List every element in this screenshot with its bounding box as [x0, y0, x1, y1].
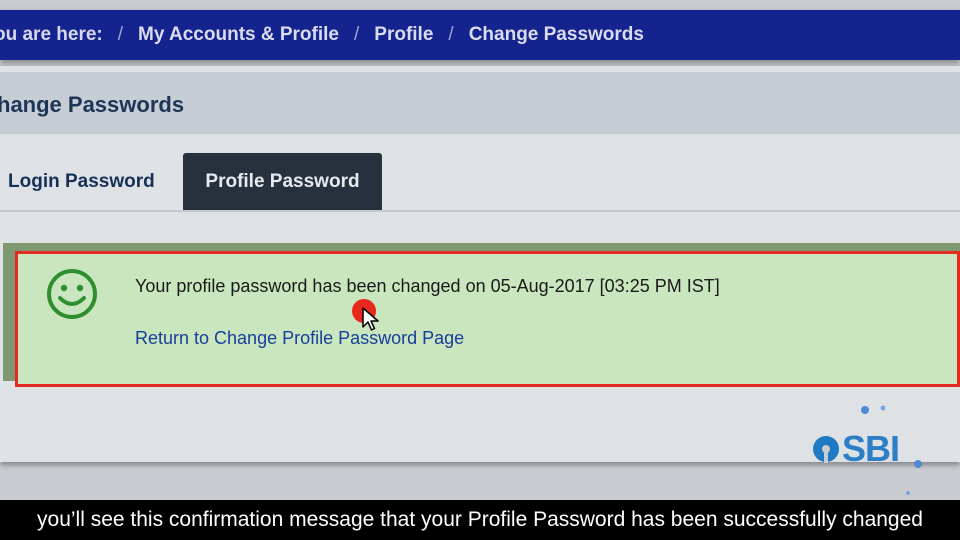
subtitle-text: you’ll see this confirmation message tha…: [37, 508, 923, 531]
breadcrumb-item-change-passwords: Change Passwords: [468, 24, 644, 45]
tab-login-password[interactable]: Login Password: [0, 153, 178, 211]
return-link[interactable]: Return to Change Profile Password Page: [135, 328, 464, 349]
mouse-cursor-icon: [362, 307, 379, 331]
success-message-text: Your profile password has been changed o…: [135, 276, 720, 296]
logo-text: SBI: [842, 428, 900, 469]
breadcrumb-separator: /: [354, 24, 360, 45]
tab-divider: [0, 210, 960, 212]
subtitle-bar: you’ll see this confirmation message tha…: [0, 500, 960, 540]
success-message-box: [15, 251, 960, 387]
breadcrumb-separator: /: [448, 24, 454, 45]
breadcrumb-item-my-accounts[interactable]: My Accounts & Profile: [138, 24, 339, 46]
smiley-icon: [47, 269, 97, 319]
breadcrumb-separator: /: [117, 24, 124, 45]
top-strip: [0, 0, 960, 10]
breadcrumb-prefix: ou are here:: [0, 24, 103, 45]
tab-profile-password[interactable]: Profile Password: [183, 153, 382, 211]
page-title: hange Passwords: [0, 92, 185, 117]
breadcrumb: ou are here: / My Accounts & Profile / P…: [0, 10, 960, 60]
breadcrumb-item-profile[interactable]: Profile: [374, 24, 433, 46]
